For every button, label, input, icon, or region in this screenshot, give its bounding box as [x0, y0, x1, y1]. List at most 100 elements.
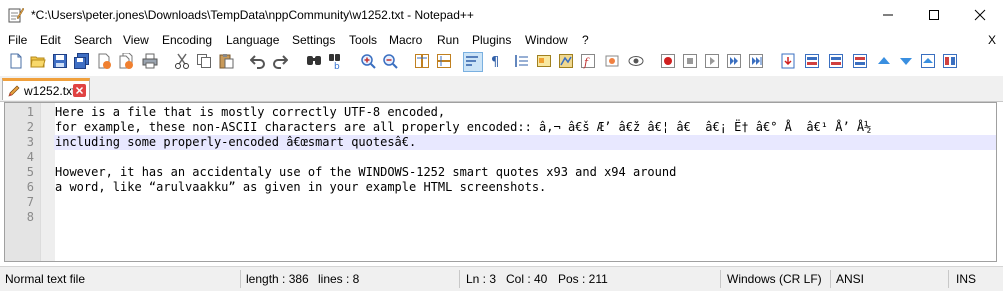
save-all-icon[interactable]	[74, 53, 92, 71]
zoom-out-icon[interactable]	[382, 53, 400, 71]
minimize-button[interactable]	[865, 0, 911, 30]
undo-icon[interactable]	[250, 53, 268, 71]
status-separator	[240, 270, 241, 288]
status-encoding: ANSI	[836, 272, 865, 286]
menu-run[interactable]: Run	[437, 33, 459, 47]
editor-line-current[interactable]: including some properly-encoded â€œsmart…	[54, 135, 996, 150]
redo-icon[interactable]	[272, 53, 290, 71]
text-area[interactable]: Here is a file that is mostly correctly …	[54, 103, 996, 261]
close-document-x[interactable]: X	[988, 33, 996, 47]
menu-language[interactable]: Language	[226, 33, 279, 47]
print-icon[interactable]	[142, 53, 160, 71]
notepad-plus-plus-icon	[8, 7, 25, 23]
save-icon[interactable]	[52, 53, 70, 71]
status-bar: Normal text file length : 386 lines : 8 …	[0, 266, 1003, 291]
close-file-icon[interactable]	[96, 53, 114, 71]
menu-help[interactable]: ?	[582, 33, 589, 47]
close-all-icon[interactable]	[118, 53, 136, 71]
menu-file[interactable]: File	[8, 33, 27, 47]
compare-icon[interactable]	[920, 53, 938, 71]
maximize-icon	[929, 10, 939, 20]
plugin-a-icon[interactable]	[780, 53, 798, 71]
layout-icon[interactable]	[942, 53, 960, 71]
editor-line[interactable]	[54, 150, 996, 165]
plugin-b-icon[interactable]	[804, 53, 822, 71]
tab-close-icon[interactable]	[73, 84, 86, 97]
editor-line[interactable]: a word, like “arulvaakku” as given in yo…	[54, 180, 996, 195]
menu-settings[interactable]: Settings	[292, 33, 335, 47]
menu-macro[interactable]: Macro	[389, 33, 422, 47]
fold-margin	[40, 103, 55, 261]
editor-line[interactable]	[54, 210, 996, 225]
menu-search[interactable]: Search	[74, 33, 112, 47]
status-eol: Windows (CR LF)	[727, 272, 822, 286]
zoom-in-icon[interactable]	[360, 53, 378, 71]
title-bar: *C:\Users\peter.jones\Downloads\TempData…	[0, 0, 1003, 30]
menu-view[interactable]: View	[123, 33, 149, 47]
stop-record-icon[interactable]	[682, 53, 700, 71]
function-list-icon[interactable]: f	[580, 53, 598, 71]
tab-bar: w1252.txt	[0, 76, 1003, 102]
minimize-icon	[883, 14, 893, 16]
play-macro-icon[interactable]	[704, 53, 722, 71]
maximize-button[interactable]	[911, 0, 957, 30]
plugin-d-icon[interactable]	[852, 53, 870, 71]
play-multiple-icon[interactable]	[726, 53, 744, 71]
down-arrow-icon[interactable]	[898, 53, 916, 71]
monitoring-icon[interactable]	[628, 53, 646, 71]
paste-icon[interactable]	[218, 53, 236, 71]
word-wrap-icon[interactable]	[463, 52, 483, 72]
line-number: 2	[26, 120, 34, 134]
editor-pane[interactable]: 1 2 3 4 5 6 7 8 Here is a file that is m…	[4, 102, 997, 262]
define-language-icon[interactable]	[536, 53, 554, 71]
indent-guide-icon[interactable]	[514, 53, 532, 71]
open-file-icon[interactable]	[30, 53, 48, 71]
line-number: 6	[26, 180, 34, 194]
status-file-type: Normal text file	[5, 272, 86, 286]
editor-line[interactable]	[54, 195, 996, 210]
save-macro-icon[interactable]	[748, 53, 766, 71]
menu-tools[interactable]: Tools	[349, 33, 377, 47]
line-number: 5	[26, 165, 34, 179]
status-separator	[459, 270, 460, 288]
tab-label: w1252.txt	[24, 84, 76, 98]
record-macro-icon[interactable]	[660, 53, 678, 71]
menu-edit[interactable]: Edit	[40, 33, 61, 47]
line-number-gutter: 1 2 3 4 5 6 7 8	[5, 103, 55, 261]
status-length: length : 386	[246, 272, 309, 286]
replace-icon[interactable]: b	[328, 53, 346, 71]
window-title: *C:\Users\peter.jones\Downloads\TempData…	[31, 8, 474, 22]
line-number: 1	[26, 105, 34, 119]
svg-text:b: b	[334, 62, 340, 69]
find-icon[interactable]	[306, 53, 324, 71]
menu-encoding[interactable]: Encoding	[162, 33, 212, 47]
copy-icon[interactable]	[196, 53, 214, 71]
editor-line[interactable]: Here is a file that is mostly correctly …	[54, 105, 996, 120]
folder-workspace-icon[interactable]	[604, 53, 622, 71]
status-insert-mode: INS	[956, 272, 977, 286]
tab-w1252[interactable]: w1252.txt	[2, 78, 90, 100]
sync-horizontal-icon[interactable]	[436, 53, 454, 71]
sync-vertical-icon[interactable]	[414, 53, 432, 71]
doc-map-icon[interactable]	[558, 53, 576, 71]
menu-window[interactable]: Window	[525, 33, 568, 47]
line-number: 3	[26, 135, 34, 149]
status-position: Pos : 211	[558, 272, 608, 286]
modified-pencil-icon	[7, 84, 21, 101]
up-arrow-icon[interactable]	[876, 53, 894, 71]
editor-line[interactable]: However, it has an accidentaly use of th…	[54, 165, 996, 180]
menu-plugins[interactable]: Plugins	[472, 33, 511, 47]
status-lines: lines : 8	[318, 272, 360, 286]
cut-icon[interactable]	[174, 53, 192, 71]
editor-line[interactable]: for example, these non-ASCII characters …	[54, 120, 996, 135]
toolbar: b ¶ f	[0, 51, 1003, 75]
plugin-c-icon[interactable]	[828, 53, 846, 71]
new-file-icon[interactable]	[8, 53, 26, 71]
line-number: 4	[26, 150, 34, 164]
close-icon	[974, 9, 986, 21]
line-number: 7	[26, 195, 34, 209]
status-line: Ln : 3	[466, 272, 497, 286]
menu-bar: File Edit Search View Encoding Language …	[0, 30, 1003, 51]
close-window-button[interactable]	[957, 0, 1003, 30]
show-all-chars-icon[interactable]: ¶	[488, 53, 506, 71]
